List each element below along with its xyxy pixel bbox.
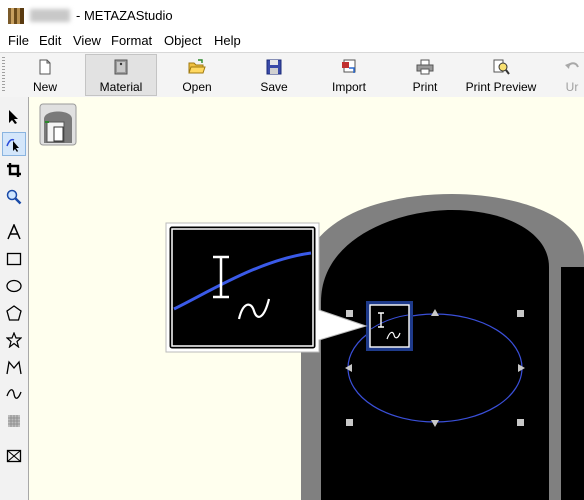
- zoom-tool[interactable]: [3, 186, 25, 208]
- material-icon: [114, 59, 128, 75]
- node-edit-tool[interactable]: [2, 132, 26, 156]
- pentagon-icon: [6, 305, 22, 321]
- menu-file[interactable]: File: [8, 33, 29, 48]
- save-button[interactable]: Save: [243, 55, 305, 95]
- new-button-label: New: [32, 80, 57, 94]
- ellipse-tool[interactable]: [3, 275, 25, 297]
- star-icon: [6, 332, 22, 348]
- import-button[interactable]: Import: [318, 55, 380, 95]
- printer-icon: [416, 59, 434, 75]
- zoom-icon: [6, 189, 22, 205]
- import-button-label: Import: [331, 80, 366, 94]
- text-tool[interactable]: [3, 221, 25, 243]
- select-tool[interactable]: [3, 106, 25, 128]
- open-button[interactable]: Open: [166, 55, 228, 95]
- undo-icon: [565, 62, 579, 69]
- save-disk-icon: [266, 59, 282, 75]
- print-preview-button-label: Print Preview: [465, 80, 537, 94]
- title-bar: - METAZAStudio: [0, 0, 584, 30]
- pattern-tool[interactable]: [3, 410, 25, 432]
- node-edit-cursor: [366, 301, 413, 351]
- polyline-icon: [6, 360, 22, 375]
- material-thumbnail[interactable]: [39, 103, 77, 146]
- curve-icon: [6, 389, 22, 399]
- curve-tool[interactable]: [3, 383, 25, 405]
- menu-bar: File Edit View Format Object Help: [0, 30, 584, 52]
- image-frame-tool[interactable]: [3, 445, 25, 467]
- image-frame-icon: [6, 449, 22, 463]
- text-icon: [7, 224, 21, 240]
- select-arrow-icon: [9, 110, 18, 124]
- menu-format[interactable]: Format: [111, 33, 152, 48]
- toolbar-grip[interactable]: [2, 57, 5, 93]
- material-button-label: Material: [99, 80, 143, 94]
- material-inner-black: [321, 210, 549, 500]
- node-edit-icon: [6, 138, 19, 152]
- import-icon: [342, 59, 356, 73]
- pattern-icon: [8, 415, 20, 427]
- design-canvas[interactable]: [29, 97, 584, 500]
- rectangle-icon: [6, 252, 22, 266]
- rectangle-tool[interactable]: [3, 248, 25, 270]
- window-title: - METAZAStudio: [76, 8, 173, 23]
- undo-button[interactable]: Ur: [552, 55, 584, 95]
- crop-tool[interactable]: [3, 159, 25, 181]
- blurred-file-name: [30, 9, 70, 22]
- app-icon: [8, 8, 24, 24]
- menu-edit[interactable]: Edit: [39, 33, 61, 48]
- print-preview-button[interactable]: Print Preview: [462, 55, 540, 95]
- menu-view[interactable]: View: [73, 33, 101, 48]
- star-tool[interactable]: [3, 329, 25, 351]
- menu-object[interactable]: Object: [164, 33, 202, 48]
- open-button-label: Open: [182, 80, 212, 94]
- pentagon-tool[interactable]: [3, 302, 25, 324]
- undo-button-label: Ur: [565, 80, 579, 94]
- print-button[interactable]: Print: [395, 55, 455, 95]
- material-button[interactable]: Material: [85, 54, 157, 96]
- print-button-label: Print: [412, 80, 438, 94]
- material-inner-right: [561, 267, 584, 500]
- tool-palette: [0, 97, 29, 500]
- main-toolbar: New Material Open Save Import Print Prin…: [0, 52, 584, 98]
- save-button-label: Save: [260, 80, 288, 94]
- menu-help[interactable]: Help: [214, 33, 241, 48]
- open-folder-icon: [188, 59, 206, 74]
- print-preview-icon: [493, 59, 510, 75]
- crop-icon: [7, 163, 21, 177]
- ellipse-icon: [6, 279, 22, 293]
- canvas-drawing: [39, 103, 584, 500]
- new-document-icon: [39, 59, 51, 75]
- polyline-tool[interactable]: [3, 356, 25, 378]
- new-button[interactable]: New: [14, 55, 76, 95]
